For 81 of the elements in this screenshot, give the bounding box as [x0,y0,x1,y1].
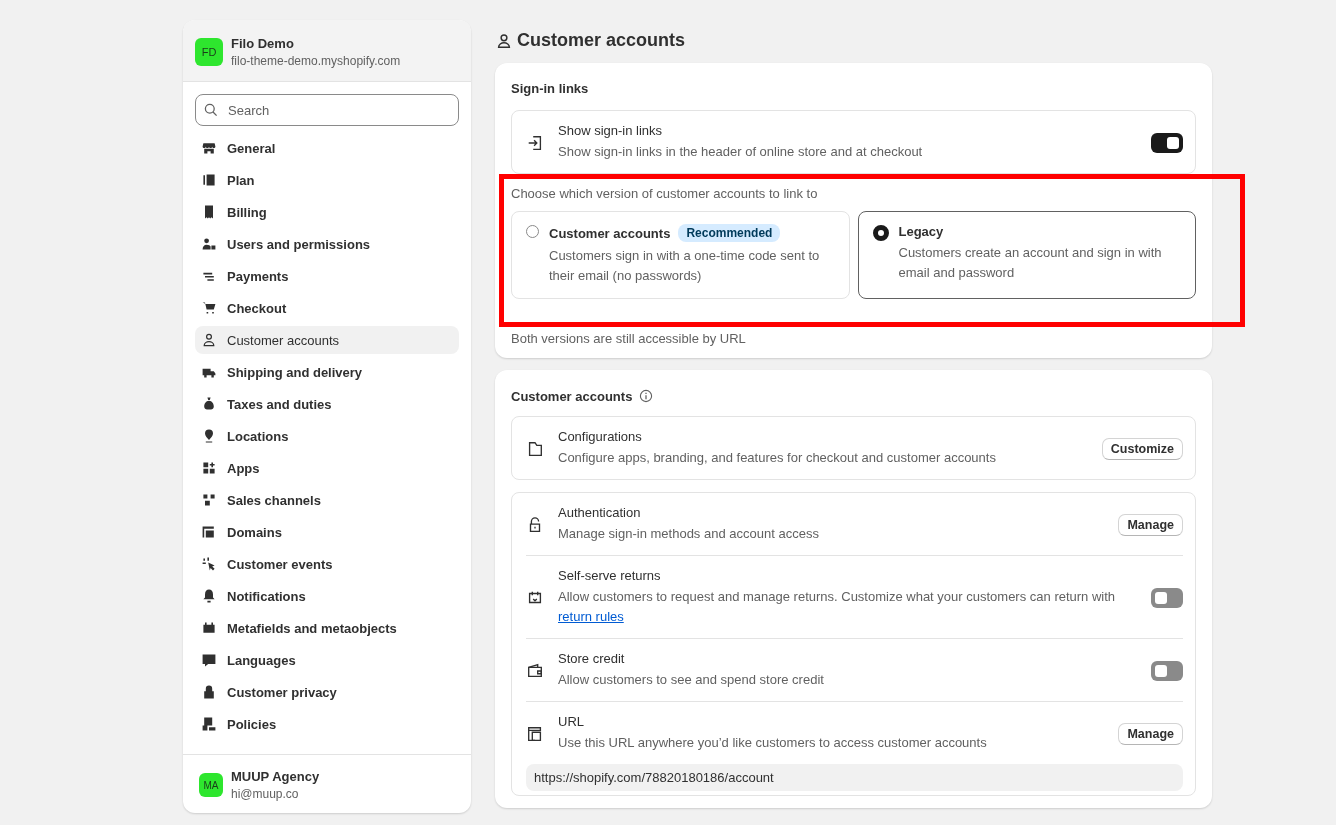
nav-item[interactable]: Customer privacy [195,678,459,706]
nav-item[interactable]: Checkout [195,294,459,322]
setting-description: Show sign-in links in the header of online store and at checkout [558,143,924,161]
nav-item[interactable]: Languages [195,646,459,674]
option-title: Customer accounts [549,225,671,241]
account-name: MUUP Agency [231,769,320,784]
section-heading: Customer accounts [511,388,633,404]
nav-item[interactable]: Apps [195,454,459,482]
setting-icon [526,439,544,458]
setting-title: URL [558,714,585,729]
nav-icon [201,460,217,476]
search-field[interactable]: Search [195,94,459,126]
nav-icon [201,492,217,508]
nav-item[interactable]: Customer accounts [195,326,459,354]
account-avatar: MA [199,773,223,797]
setting-title: Show sign-in links [558,123,664,138]
person-icon [495,31,513,50]
nav-item[interactable]: Users and permissions [195,230,459,258]
toggle-switch[interactable] [1151,587,1183,608]
store-domain: filo-theme-demo.myshopify.com [231,54,401,68]
nav-item[interactable]: Shipping and delivery [195,358,459,386]
url-field[interactable]: https://shopify.com/78820180186/account [526,764,1183,791]
nav-item[interactable]: Taxes and duties [195,390,459,418]
nav-icon [201,396,217,412]
nav-item[interactable]: General [195,134,459,162]
option-description: Customers create an account and sign in with email and password [898,244,1163,282]
nav-item[interactable]: Payments [195,262,459,290]
nav-item[interactable]: Metafields and metaobjects [195,614,459,642]
info-icon[interactable] [638,388,655,404]
nav-icon [201,236,217,252]
nav-icon [201,588,217,604]
return-rules-link[interactable]: return rules [558,609,624,624]
setting-description: Use this URL anywhere you’d like customers to access customer accounts [558,734,988,752]
search-icon [203,102,219,118]
nav-item[interactable]: Locations [195,422,459,450]
account-email: hi@muup.co [231,787,300,801]
setting-icon [526,661,544,680]
nav-item[interactable]: Plan [195,166,459,194]
toggle-switch[interactable] [1151,132,1183,153]
nav-icon [201,652,217,668]
store-avatar: FD [195,38,223,66]
setting-description: Configure apps, branding, and features for checkout and customer accounts [558,449,997,467]
nav-item[interactable]: Domains [195,518,459,546]
radio-button[interactable] [872,225,889,241]
version-option[interactable]: Legacy Customers create an account and sign in with email and password [857,211,1196,299]
nav-icon [201,684,217,700]
sign-in-icon [526,133,544,152]
version-option[interactable]: Customer accounts Recommended Customers sign in with a one-time code sent to their email (no passwords) [511,211,850,299]
chooser-prompt: Choose which version of customer accounts to link to [511,186,819,201]
setting-title: Authentication [558,505,642,520]
nav-item[interactable]: Billing [195,198,459,226]
option-description: Customers sign in with a one-time code sent to their email (no passwords) [549,247,821,285]
nav-icon [201,332,217,348]
recommended-badge: Recommended [678,224,781,242]
page-title: Customer accounts [517,30,686,51]
setting-description: Manage sign-in methods and account access [558,525,820,543]
action-button[interactable]: Customize [1101,437,1183,460]
setting-title: Store credit [558,651,626,666]
action-button[interactable]: Manage [1118,513,1183,536]
nav-icon [201,620,217,636]
footnote: Both versions are still accessible by URL [511,331,747,346]
nav-icon [201,556,217,572]
setting-description: Allow customers to see and spend store credit [558,671,825,689]
action-button[interactable]: Manage [1118,722,1183,745]
nav-icon [201,172,217,188]
setting-title: Configurations [558,429,643,444]
option-title: Legacy [898,224,944,239]
nav-item[interactable]: Sales channels [195,486,459,514]
toggle-switch[interactable] [1151,660,1183,681]
nav-item[interactable]: Notifications [195,582,459,610]
store-name: Filo Demo [231,36,295,51]
nav-item[interactable]: Customer events [195,550,459,578]
nav-icon [201,524,217,540]
nav-icon [201,716,217,732]
setting-title: Self-serve returns [558,568,662,583]
section-heading: Sign-in links [511,81,590,96]
nav-icon [201,140,217,156]
setting-description: Allow customers to request and manage returns. Customize what your customers can return with return rules [558,588,1117,626]
nav-item[interactable]: Policies [195,710,459,738]
setting-icon [526,724,544,743]
nav-icon [201,300,217,316]
